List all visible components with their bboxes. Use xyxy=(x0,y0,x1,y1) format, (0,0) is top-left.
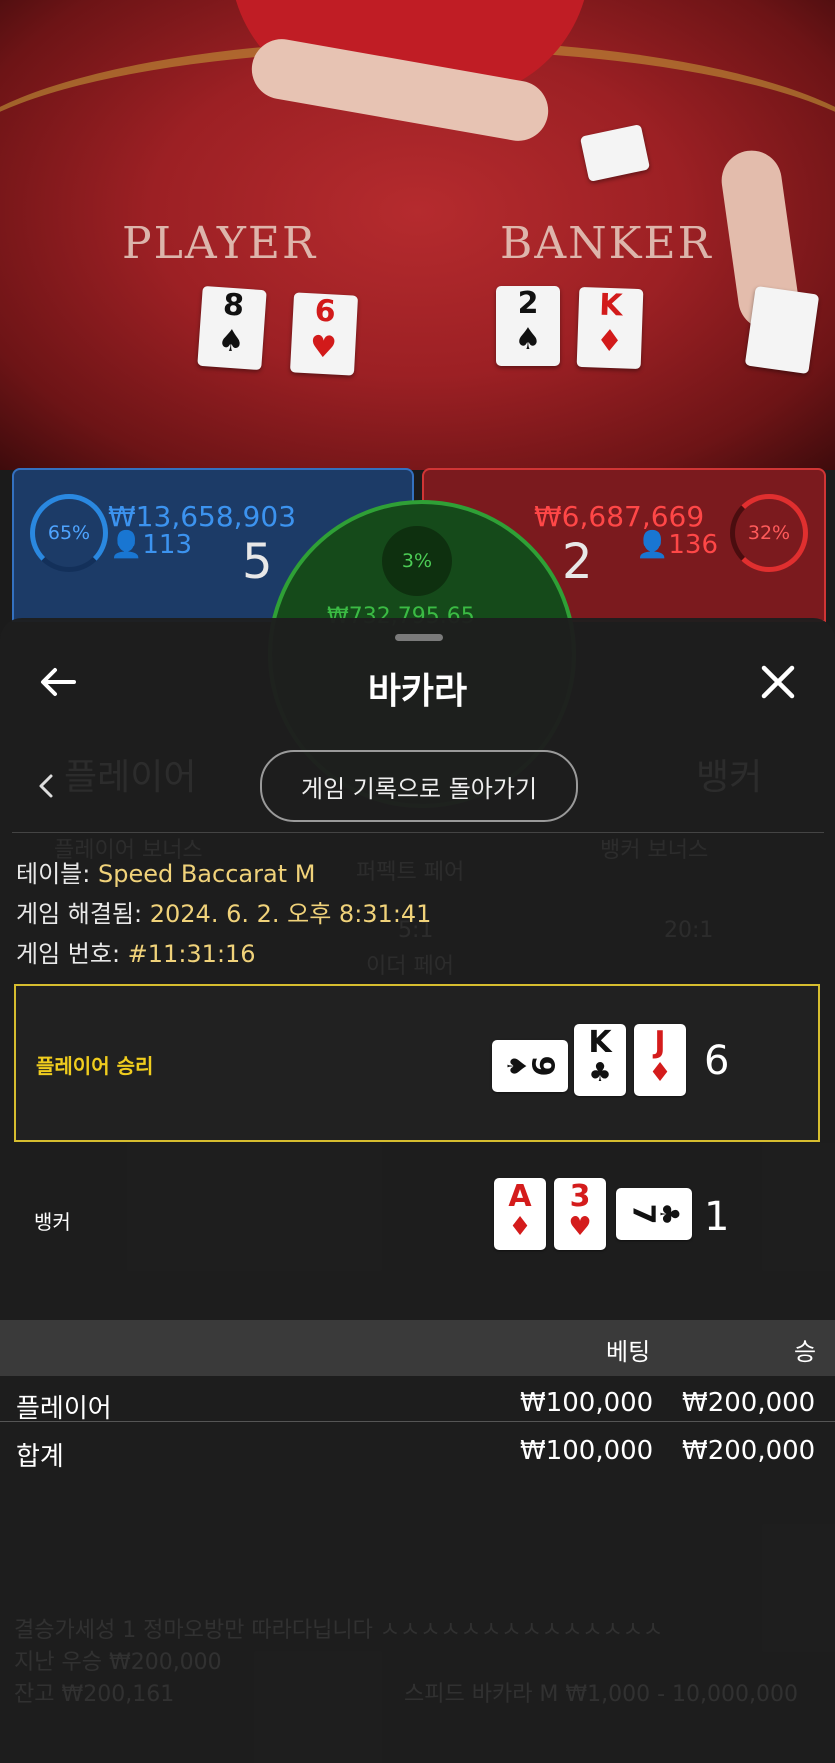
ghost-chat-line: 결승가세성 1 정마오방만 따라다닙니다 ㅅㅅㅅㅅㅅㅅㅅㅅㅅㅅㅅㅅㅅㅅ xyxy=(14,1618,664,1643)
ghost-player-spot: 플레이어 xyxy=(64,757,197,798)
tie-percent-ring: 3% xyxy=(382,526,452,596)
player-bettor-count: 👤113 xyxy=(110,530,193,560)
chevron-left-icon xyxy=(39,774,53,798)
banker-bet-total: ₩6,687,669 xyxy=(534,500,705,533)
user-icon: 👤 xyxy=(110,530,143,560)
banker-hand-row: 뱅커 A ♦ 3 ♥ 7 ♣ 1 xyxy=(14,1142,820,1300)
bet-amount: ₩100,000 xyxy=(520,1388,654,1418)
banker-percent-ring: 32% xyxy=(730,494,808,572)
table-row: 플레이어 ₩100,000 ₩200,000 xyxy=(0,1378,835,1426)
close-icon xyxy=(761,665,795,699)
game-number: #11:31:16 xyxy=(127,940,256,968)
banker-hand-total: 1 xyxy=(704,1194,730,1240)
bet-type: 플레이어 xyxy=(16,1394,112,1424)
sheet-title: 바카라 xyxy=(367,671,468,712)
ghost-table-limits: 스피드 바카라 M ₩1,000 - 10,000,000 xyxy=(404,1682,799,1707)
banker-hand-label: 뱅커 xyxy=(34,1210,71,1234)
win-column-header: 승 xyxy=(794,1338,817,1366)
live-video: PLAYER BANKER 8 ♠ 6 ♥ 2 ♠ K ♦ xyxy=(0,0,835,470)
banker-bettor-count: 👤136 xyxy=(636,530,719,560)
total-bet-amount: ₩100,000 xyxy=(520,1436,654,1466)
playing-card: A ♦ xyxy=(494,1178,546,1250)
close-button[interactable] xyxy=(750,654,806,710)
table-row-total: 합계 ₩100,000 ₩200,000 xyxy=(0,1426,835,1474)
ghost-banker-bonus: 뱅커 보너스 xyxy=(600,838,709,863)
player-percent-ring: 65% xyxy=(30,494,108,572)
resolved-info: 게임 해결됨: 2024. 6. 2. 오후 8:31:41 xyxy=(16,900,432,928)
ghost-either-pair: 이더 페어 xyxy=(366,954,454,979)
back-to-history-button[interactable]: 게임 기록으로 돌아가기 xyxy=(260,750,578,822)
game-number-info: 게임 번호: #11:31:16 xyxy=(16,940,256,968)
bets-table-header: 베팅 승 xyxy=(0,1320,835,1376)
user-icon: 👤 xyxy=(636,530,669,560)
shoe-card xyxy=(744,285,820,375)
player-bet-total: ₩13,658,903 xyxy=(108,500,297,533)
player-hand-label: 플레이어 승리 xyxy=(36,1054,154,1078)
ghost-banker-spot: 뱅커 xyxy=(696,757,763,798)
game-detail-sheet: 플레이어 뱅커 플레이어 보너스 퍼펙트 페어 뱅커 보너스 5:1 이더 페어… xyxy=(0,618,835,1763)
table-card: 2 ♠ xyxy=(496,286,560,366)
felt-banker-label: BANKER xyxy=(500,218,713,269)
felt-player-label: PLAYER xyxy=(122,218,318,269)
ghost-balance: 잔고 ₩200,161 xyxy=(14,1682,175,1707)
table-name: Speed Baccarat M xyxy=(97,860,316,888)
table-info: 테이블: Speed Baccarat M xyxy=(16,860,316,888)
playing-card: J ♦ xyxy=(634,1024,686,1096)
playing-card: 7 ♣ xyxy=(616,1188,692,1240)
sheet-drag-handle[interactable] xyxy=(395,634,443,641)
table-card: K ♦ xyxy=(576,286,644,370)
total-win-amount: ₩200,000 xyxy=(682,1436,816,1466)
ghost-banker-bonus-odds: 20:1 xyxy=(664,918,714,943)
player-hand-total: 6 xyxy=(704,1038,730,1084)
total-label: 합계 xyxy=(16,1442,64,1472)
player-hand-row: 플레이어 승리 ♠ 9 K ♣ J ♦ 6 xyxy=(14,984,820,1142)
resolved-time: 2024. 6. 2. 오후 8:31:41 xyxy=(149,900,432,928)
bet-column-header: 베팅 xyxy=(606,1338,651,1366)
playing-card: K ♣ xyxy=(574,1024,626,1096)
player-score: 5 xyxy=(242,534,273,590)
ghost-perfect-pair: 퍼펙트 페어 xyxy=(356,860,465,885)
playing-card: ♠ 9 xyxy=(492,1040,568,1092)
win-amount: ₩200,000 xyxy=(682,1388,816,1418)
previous-game-button[interactable] xyxy=(18,758,74,814)
banker-score: 2 xyxy=(562,534,593,590)
ghost-last-win: 지난 우승 ₩200,000 xyxy=(14,1650,222,1675)
table-card: 6 ♥ xyxy=(289,292,359,376)
divider xyxy=(12,832,824,833)
divider xyxy=(0,1421,835,1422)
playing-card: 3 ♥ xyxy=(554,1178,606,1250)
table-card: 8 ♠ xyxy=(197,285,267,371)
